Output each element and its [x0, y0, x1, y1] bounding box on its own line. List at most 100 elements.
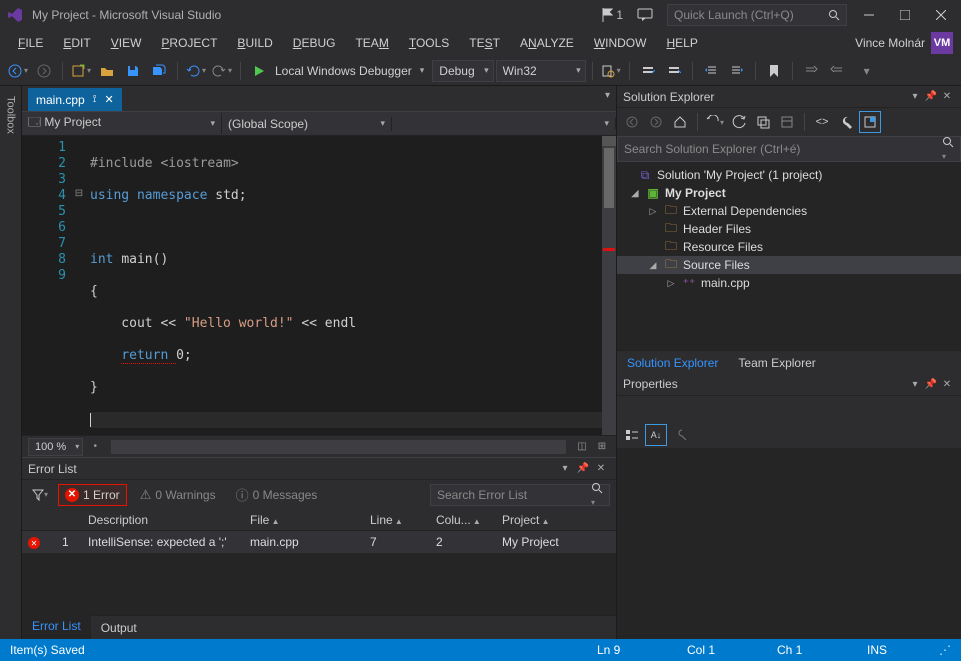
debugger-label[interactable]: Local Windows Debugger [273, 64, 418, 78]
scope-project-combo[interactable]: 🗔 My Project▾ [22, 113, 222, 134]
tab-team-explorer[interactable]: Team Explorer [728, 352, 825, 374]
extdeps-node[interactable]: ▷🗀 External Dependencies [617, 202, 961, 220]
se-back-icon[interactable] [621, 111, 643, 133]
nav-marker-icon[interactable]: • [87, 439, 103, 455]
scope-global-combo[interactable]: (Global Scope)▾ [222, 117, 392, 131]
menu-file[interactable]: FILE [8, 32, 53, 54]
expand-icon[interactable]: ▷ [647, 206, 659, 217]
zoom-combo[interactable]: 100 % [28, 438, 83, 456]
signed-in-user[interactable]: Vince Molnár [849, 36, 931, 50]
se-properties-icon[interactable] [835, 111, 857, 133]
se-showall-icon[interactable] [776, 111, 798, 133]
menu-edit[interactable]: EDIT [53, 32, 100, 54]
resize-grip-icon[interactable]: ⋰ [937, 643, 951, 657]
user-avatar-badge[interactable]: VM [931, 32, 953, 54]
code-text[interactable]: #include <iostream> using namespace std;… [86, 136, 612, 435]
panel-dropdown-icon[interactable]: ▾ [556, 463, 574, 474]
property-pages-icon[interactable] [669, 424, 691, 446]
split-grip[interactable] [602, 136, 616, 146]
panel-pin-icon[interactable]: 📌 [923, 379, 939, 390]
menu-project[interactable]: PROJECT [151, 32, 227, 54]
se-collapse-icon[interactable] [752, 111, 774, 133]
toolbox-sidebar[interactable]: Toolbox [0, 86, 22, 639]
indent-button[interactable] [725, 59, 749, 83]
menu-team[interactable]: TEAM [345, 32, 398, 54]
se-forward-icon[interactable] [645, 111, 667, 133]
se-sync-icon[interactable]: ▾ [704, 111, 726, 133]
close-button[interactable] [927, 4, 955, 26]
errorlist-search[interactable]: Search Error List ▾ [430, 484, 610, 506]
se-home-icon[interactable] [669, 111, 691, 133]
solution-node[interactable]: ⧉ Solution 'My Project' (1 project) [617, 166, 961, 184]
tab-solution-explorer[interactable]: Solution Explorer [617, 352, 728, 374]
alphabetical-icon[interactable]: A↓ [645, 424, 667, 446]
toolbar-overflow[interactable]: ▾ [855, 59, 879, 83]
panel-close-icon[interactable]: ✕ [592, 463, 610, 474]
tab-close-icon[interactable]: ✕ [104, 93, 113, 106]
col-project[interactable]: Project [496, 513, 616, 527]
categorized-icon[interactable] [621, 424, 643, 446]
panel-dropdown-icon[interactable]: ▾ [907, 91, 923, 102]
panel-pin-icon[interactable]: 📌 [923, 91, 939, 102]
vertical-scrollbar[interactable] [602, 136, 616, 435]
uncomment-button[interactable] [825, 59, 849, 83]
expand-icon[interactable]: ▷ [665, 278, 677, 289]
toolbar-btn-a[interactable] [636, 59, 660, 83]
comment-button[interactable] [799, 59, 823, 83]
panel-dropdown-icon[interactable]: ▾ [907, 379, 923, 390]
find-in-files-button[interactable] [599, 59, 623, 83]
scroll-thumb[interactable] [604, 148, 614, 208]
tab-main-cpp[interactable]: main.cpp ⟟ ✕ [28, 88, 122, 111]
se-code-icon[interactable]: <> [811, 111, 833, 133]
errorlist-head[interactable]: Description File Line Colu... Project [22, 509, 616, 531]
col-file[interactable]: File [244, 513, 364, 527]
header-files-node[interactable]: 🗀 Header Files [617, 220, 961, 238]
save-all-button[interactable] [147, 59, 171, 83]
split-h-icon[interactable]: ◫ [574, 439, 590, 455]
platform-combo[interactable]: Win32 [496, 60, 586, 82]
config-combo[interactable]: Debug [432, 60, 493, 82]
pin-icon[interactable]: ⟟ [93, 94, 97, 105]
expand-icon[interactable]: ◢ [629, 188, 641, 199]
solution-tree[interactable]: ⧉ Solution 'My Project' (1 project) ◢▣ M… [617, 162, 961, 350]
save-button[interactable] [121, 59, 145, 83]
tab-overflow-icon[interactable]: ▾ [605, 90, 610, 101]
col-column[interactable]: Colu... [430, 513, 496, 527]
tab-output[interactable]: Output [91, 617, 147, 639]
expand-icon[interactable]: ◢ [647, 260, 659, 271]
col-description[interactable]: Description [82, 513, 244, 527]
minimize-button[interactable] [855, 4, 883, 26]
main-cpp-node[interactable]: ▷⁺⁺ main.cpp [617, 274, 961, 292]
warnings-filter[interactable]: ⚠ 0 Warnings [133, 484, 223, 506]
quick-launch-input[interactable]: Quick Launch (Ctrl+Q) [667, 4, 847, 26]
horizontal-scrollbar[interactable] [111, 440, 566, 454]
redo-button[interactable] [210, 59, 234, 83]
menu-tools[interactable]: TOOLS [399, 32, 459, 54]
outdent-button[interactable] [699, 59, 723, 83]
open-file-button[interactable] [95, 59, 119, 83]
fold-gutter[interactable]: ⊟ [72, 136, 86, 435]
scope-member-combo[interactable]: ▾ [392, 118, 616, 129]
col-line[interactable]: Line [364, 513, 430, 527]
se-refresh-icon[interactable] [728, 111, 750, 133]
source-files-node[interactable]: ◢🗀 Source Files [617, 256, 961, 274]
se-preview-icon[interactable] [859, 111, 881, 133]
tab-errorlist[interactable]: Error List [22, 615, 91, 639]
panel-close-icon[interactable]: ✕ [939, 91, 955, 102]
messages-filter[interactable]: ⓘ 0 Messages [229, 484, 325, 506]
resource-files-node[interactable]: 🗀 Resource Files [617, 238, 961, 256]
error-row[interactable]: ✕ 1 IntelliSense: expected a ';' main.cp… [22, 531, 616, 553]
chevron-down-icon[interactable]: ▾ [420, 65, 425, 76]
bookmark-button[interactable] [762, 59, 786, 83]
nav-back-button[interactable] [6, 59, 30, 83]
feedback-icon[interactable] [631, 4, 659, 26]
menu-help[interactable]: HELP [656, 32, 707, 54]
notification-flag[interactable]: 1 [601, 8, 623, 22]
errors-filter[interactable]: ✕ 1 Error [58, 484, 127, 506]
menu-test[interactable]: TEST [459, 32, 510, 54]
menu-view[interactable]: VIEW [101, 32, 152, 54]
menu-window[interactable]: WINDOW [584, 32, 657, 54]
menu-build[interactable]: BUILD [227, 32, 282, 54]
maximize-button[interactable] [891, 4, 919, 26]
undo-button[interactable] [184, 59, 208, 83]
